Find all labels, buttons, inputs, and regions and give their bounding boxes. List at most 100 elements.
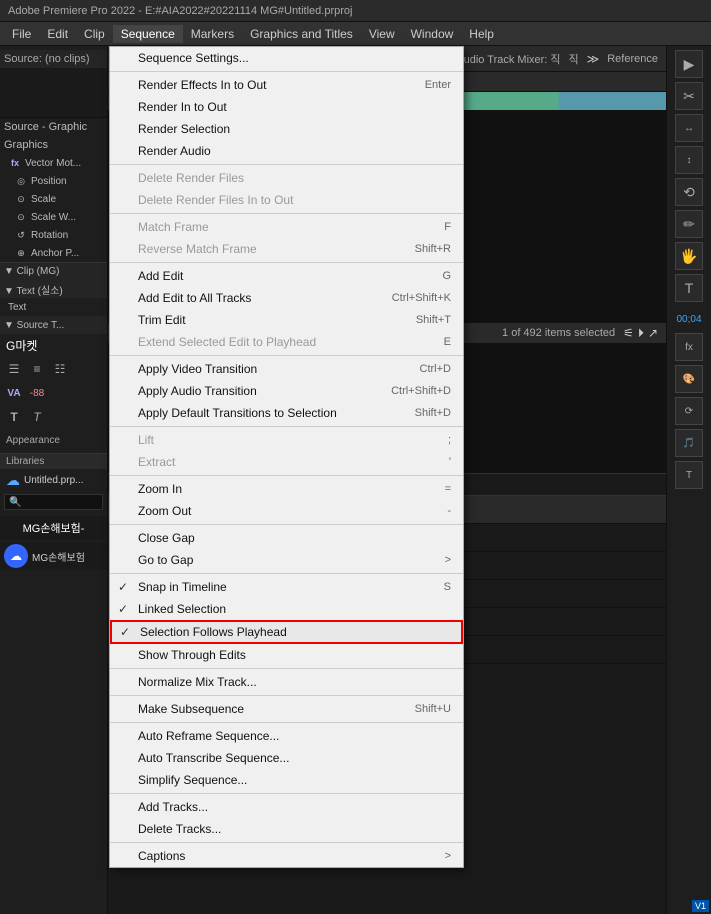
color-icon[interactable]: 🎨 <box>675 365 703 393</box>
menu-entry-selection-follows[interactable]: ✓Selection Follows Playhead <box>110 620 463 644</box>
rotation-row[interactable]: ↺ Rotation <box>0 226 107 244</box>
shortcut-snap-timeline: S <box>444 581 451 593</box>
fx-vector-row[interactable]: fx Vector Mot... <box>0 154 107 172</box>
audio-icon[interactable]: 🎵 <box>675 429 703 457</box>
scale-w-row[interactable]: ⊙ Scale W... <box>0 208 107 226</box>
menu-entry-add-edit[interactable]: Add EditG <box>110 265 463 287</box>
program-timecode: 00;04 <box>676 314 701 325</box>
menu-label-extend-edit: Extend Selected Edit to Playhead <box>138 335 316 349</box>
menu-label-match-frame: Match Frame <box>138 220 209 234</box>
caption-icon[interactable]: T <box>675 461 703 489</box>
menu-separator <box>110 164 463 165</box>
shortcut-apply-default: Shift+D <box>415 407 451 419</box>
scale-row[interactable]: ⊙ Scale <box>0 190 107 208</box>
ripple-tool[interactable]: ↔ <box>675 114 703 142</box>
menu-entry-zoom-in[interactable]: Zoom In= <box>110 478 463 500</box>
shortcut-zoom-out: - <box>447 505 451 517</box>
library-search[interactable]: 🔍 <box>0 492 107 512</box>
text-tool[interactable]: T <box>675 274 703 302</box>
scale-w-icon: ⊙ <box>14 210 28 224</box>
va-icon[interactable]: VA <box>4 383 24 403</box>
position-row[interactable]: ◎ Position <box>0 172 107 190</box>
italic-icon[interactable]: T <box>27 407 47 427</box>
menu-separator <box>110 793 463 794</box>
shortcut-captions: > <box>445 850 451 862</box>
menu-markers[interactable]: Markers <box>183 25 242 43</box>
libraries-section: Libraries ☁ Untitled.prp... 🔍 <box>0 453 107 512</box>
menu-file[interactable]: File <box>4 25 39 43</box>
menu-entry-auto-transcribe[interactable]: Auto Transcribe Sequence... <box>110 747 463 769</box>
pen-tool[interactable]: ✏ <box>675 210 703 238</box>
menu-entry-go-to-gap[interactable]: Go to Gap> <box>110 549 463 571</box>
menu-entry-render-effects[interactable]: Render Effects In to OutEnter <box>110 74 463 96</box>
bold-icon[interactable]: T <box>4 407 24 427</box>
menu-entry-simplify[interactable]: Simplify Sequence... <box>110 769 463 791</box>
menu-edit[interactable]: Edit <box>39 25 76 43</box>
menu-entry-snap-timeline[interactable]: ✓Snap in TimelineS <box>110 576 463 598</box>
menu-entry-close-gap[interactable]: Close Gap <box>110 527 463 549</box>
menu-view[interactable]: View <box>361 25 403 43</box>
reference-label: Reference <box>607 53 658 65</box>
menu-entry-apply-audio[interactable]: Apply Audio TransitionCtrl+Shift+D <box>110 380 463 402</box>
menu-entry-captions[interactable]: Captions > <box>110 845 463 867</box>
menu-label-close-gap: Close Gap <box>138 531 195 545</box>
menu-entry-normalize-mix[interactable]: Normalize Mix Track... <box>110 671 463 693</box>
shortcut-go-to-gap: > <box>445 554 451 566</box>
track-select-tool[interactable]: ↕ <box>675 146 703 174</box>
title-bar-text: Adobe Premiere Pro 2022 - E:#AIA2022#202… <box>8 5 352 17</box>
text-label-row[interactable]: Text <box>0 298 107 316</box>
menu-entry-zoom-out[interactable]: Zoom Out- <box>110 500 463 522</box>
cut-tool[interactable]: ✂ <box>675 82 703 110</box>
menu-entry-add-tracks[interactable]: Add Tracks... <box>110 796 463 818</box>
menu-entry-show-through[interactable]: Show Through Edits <box>110 644 463 666</box>
status-text: 1 of 492 items selected <box>502 327 615 339</box>
align-right-icon[interactable]: ☷ <box>50 359 70 379</box>
v1-badge: V1 <box>692 900 709 912</box>
filter-icon[interactable]: ⚟ <box>623 326 634 340</box>
menu-sequence[interactable]: Sequence <box>113 25 183 43</box>
menu-entry-render-in-out[interactable]: Render In to Out <box>110 96 463 118</box>
menu-separator <box>110 355 463 356</box>
menu-graphics[interactable]: Graphics and Titles <box>242 25 361 43</box>
menu-bar: File Edit Clip Sequence Markers Graphics… <box>0 22 711 46</box>
menu-entry-apply-default[interactable]: Apply Default Transitions to SelectionSh… <box>110 402 463 424</box>
export-icon[interactable]: ↗ <box>648 326 658 340</box>
menu-label-snap-timeline: Snap in Timeline <box>138 580 227 594</box>
menu-entry-make-subsequence[interactable]: Make SubsequenceShift+U <box>110 698 463 720</box>
clip-mg-row: ▼ Clip (MG) <box>0 262 107 280</box>
menu-label-make-subsequence: Make Subsequence <box>138 702 244 716</box>
rotate-tool[interactable]: ⟲ <box>675 178 703 206</box>
menu-separator <box>110 722 463 723</box>
menu-entry-extend-edit: Extend Selected Edit to PlayheadE <box>110 331 463 353</box>
menu-label-simplify: Simplify Sequence... <box>138 773 247 787</box>
library-item[interactable]: ☁ Untitled.prp... <box>0 469 107 492</box>
align-left-icon[interactable]: ☰ <box>4 359 24 379</box>
menu-entry-apply-video[interactable]: Apply Video TransitionCtrl+D <box>110 358 463 380</box>
menu-label-captions: Captions <box>138 849 185 863</box>
menu-entry-delete-tracks[interactable]: Delete Tracks... <box>110 818 463 840</box>
hand-tool[interactable]: 🖐 <box>675 242 703 270</box>
menu-entry-extract: Extract' <box>110 451 463 473</box>
menu-entry-render-selection[interactable]: Render Selection <box>110 118 463 140</box>
menu-separator <box>110 475 463 476</box>
anchor-row[interactable]: ⊕ Anchor P... <box>0 244 107 262</box>
menu-clip[interactable]: Clip <box>76 25 113 43</box>
menu-entry-sequence-settings[interactable]: Sequence Settings... <box>110 47 463 69</box>
menu-entry-trim-edit[interactable]: Trim EditShift+T <box>110 309 463 331</box>
align-center-icon[interactable]: ≡ <box>27 359 47 379</box>
sequence-dropdown[interactable]: Sequence Settings... Render Effects In to… <box>109 46 464 868</box>
menu-label-zoom-in: Zoom In <box>138 482 182 496</box>
motion-icon[interactable]: ⟳ <box>675 397 703 425</box>
play-icon[interactable]: ⏵ <box>638 326 644 341</box>
menu-entry-auto-reframe[interactable]: Auto Reframe Sequence... <box>110 725 463 747</box>
menu-entry-linked-selection[interactable]: ✓Linked Selection <box>110 598 463 620</box>
menu-window[interactable]: Window <box>403 25 462 43</box>
menu-entry-render-audio[interactable]: Render Audio <box>110 140 463 162</box>
select-tool[interactable]: ▶ <box>675 50 703 78</box>
menu-help[interactable]: Help <box>461 25 502 43</box>
menu-label-render-in-out: Render In to Out <box>138 100 227 114</box>
menu-entry-add-edit-tracks[interactable]: Add Edit to All TracksCtrl+Shift+K <box>110 287 463 309</box>
expand-icon[interactable]: ≫ <box>587 52 600 66</box>
shortcut-match-frame: F <box>444 221 451 233</box>
effect-icon[interactable]: fx <box>675 333 703 361</box>
